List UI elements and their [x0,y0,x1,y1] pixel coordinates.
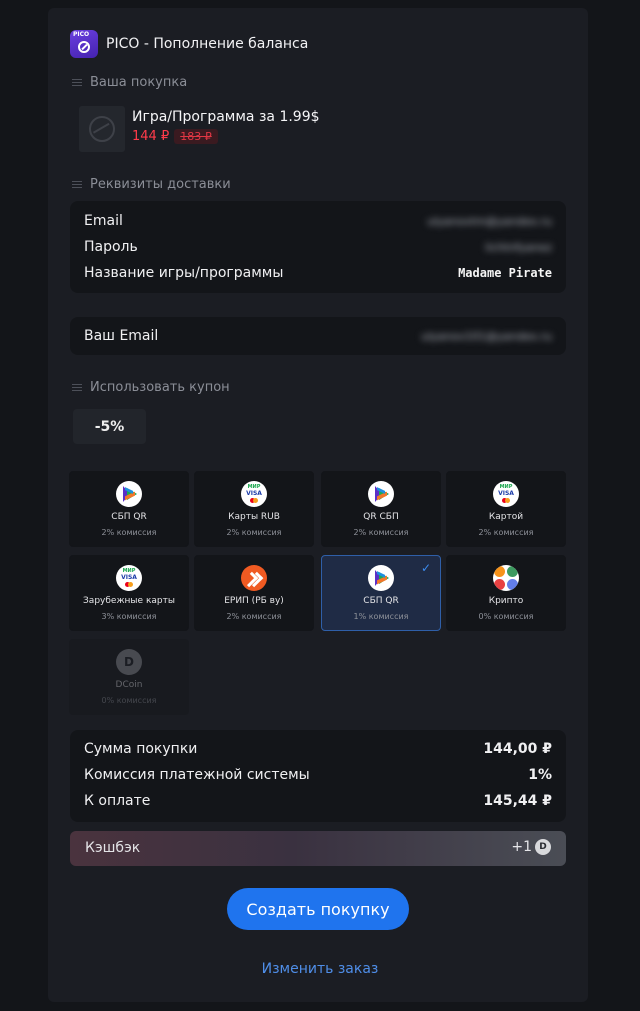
mir-visa-icon: МИР VISA [116,565,142,591]
logo-text: PICO [73,31,90,38]
price-old: 183 ₽ [174,129,218,144]
section-label-coupon: Использовать купон [72,380,230,395]
mir-visa-icon: МИР VISA [241,481,267,507]
payment-method-cards-rub[interactable]: МИР VISA Карты RUB 2% комиссия [194,471,314,547]
dcoin-icon: D [535,839,551,855]
change-order-link[interactable]: Изменить заказ [0,961,640,977]
password-value: lichtnfyanez [485,240,552,254]
crypto-icon [493,565,519,591]
cashback-value: +1 D [511,839,551,855]
sbp-icon [368,565,394,591]
erip-icon [241,565,267,591]
mir-visa-icon: МИР VISA [493,481,519,507]
list-icon [72,181,82,188]
your-email-value: ulyanov101@yandex.ru [421,329,552,343]
delivery-row-password: Пароль lichtnfyanez [84,239,552,255]
game-name-value: Madame Pirate [458,266,552,280]
your-email-card[interactable]: Ваш Email ulyanov101@yandex.ru [70,317,566,355]
totals-card: Сумма покупки 144,00 ₽ Комиссия платежно… [70,730,566,822]
payment-method-sbp-qr[interactable]: СБП QR 2% комиссия [69,471,189,547]
price-current: 144 ₽ [132,129,170,144]
header: PICO PICO - Пополнение баланса [70,30,308,58]
payment-method-dcoin: D DCoin 0% комиссия [69,639,189,715]
delivery-card: Email ulyanovtm@yandex.ru Пароль lichtnf… [70,201,566,293]
payment-method-foreign-cards[interactable]: МИР VISA Зарубежные карты 3% комиссия [69,555,189,631]
product-summary: Игра/Программа за 1.99$ 144 ₽ 183 ₽ [79,106,320,152]
product-thumbnail [79,106,125,152]
list-icon [72,384,82,391]
total-row-to-pay: К оплате 145,44 ₽ [84,793,552,809]
dcoin-icon: D [116,649,142,675]
list-icon [72,79,82,86]
create-purchase-button[interactable]: Создать покупку [227,888,409,930]
section-label-delivery: Реквизиты доставки [72,177,231,192]
email-value: ulyanovtm@yandex.ru [427,214,552,228]
page-title: PICO - Пополнение баланса [106,36,309,52]
total-row-fee: Комиссия платежной системы 1% [84,767,552,783]
delivery-row-email: Email ulyanovtm@yandex.ru [84,213,552,229]
payment-method-qr-sbp[interactable]: QR СБП 2% комиссия [321,471,441,547]
coupon-button[interactable]: -5% [73,409,146,444]
section-label-purchase: Ваша покупка [72,75,187,90]
pico-logo-icon: PICO [70,30,98,58]
payment-method-erip[interactable]: ЕРИП (РБ ву) 2% комиссия [194,555,314,631]
cashback-bar: Кэшбэк +1 D [70,831,566,866]
total-row-sum: Сумма покупки 144,00 ₽ [84,741,552,757]
cashback-label: Кэшбэк [85,840,141,856]
your-email-label: Ваш Email [84,328,159,344]
sbp-icon [368,481,394,507]
payment-method-crypto[interactable]: Крипто 0% комиссия [446,555,566,631]
delivery-row-game-name: Название игры/программы Madame Pirate [84,265,552,281]
product-title: Игра/Программа за 1.99$ [132,109,320,125]
payment-method-card[interactable]: МИР VISA Картой 2% комиссия [446,471,566,547]
checkmark-icon: ✓ [420,561,431,575]
payment-method-sbp-qr-selected[interactable]: ✓ СБП QR 1% комиссия [321,555,441,631]
sbp-icon [116,481,142,507]
